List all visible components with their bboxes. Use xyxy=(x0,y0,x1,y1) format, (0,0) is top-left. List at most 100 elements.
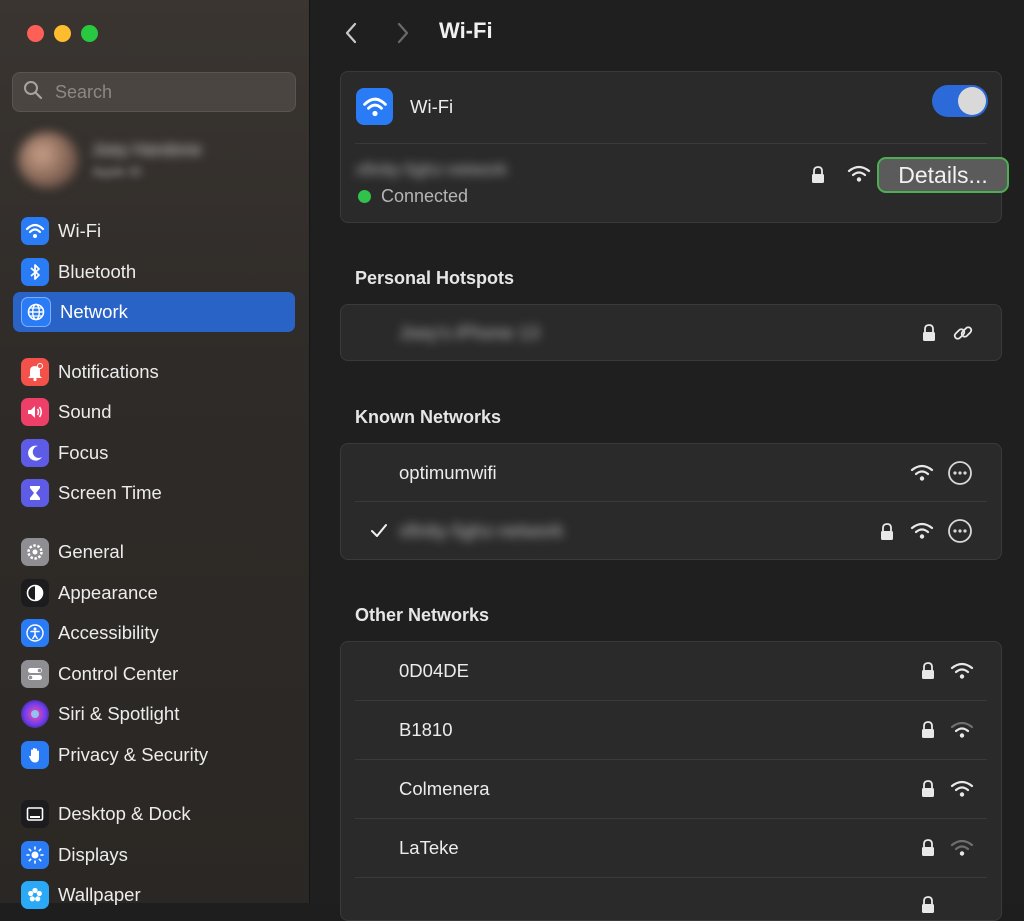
sidebar-item-siri-spotlight[interactable]: Siri & Spotlight xyxy=(13,694,295,734)
sidebar-item-label: Screen Time xyxy=(58,482,162,503)
sidebar-item-bluetooth[interactable]: Bluetooth xyxy=(13,252,295,292)
search-field[interactable] xyxy=(12,72,296,112)
search-input[interactable] xyxy=(53,80,277,104)
toggle-knob xyxy=(958,87,986,115)
list-item[interactable]: xfinity-5ghz-network xyxy=(341,502,1001,560)
main-pane: Wi-Fi Wi-Fi xfinity-5ghz-network Connect… xyxy=(311,0,1024,921)
sidebar-item-label: Displays xyxy=(58,844,128,865)
sidebar-item-wifi[interactable]: Wi-Fi xyxy=(13,211,295,251)
list-item[interactable]: B1810 xyxy=(341,701,1001,760)
lock-icon xyxy=(881,523,893,540)
switches-icon xyxy=(21,660,49,688)
lock-icon xyxy=(922,896,934,913)
speaker-icon xyxy=(21,398,49,426)
connection-status: Connected xyxy=(381,186,469,206)
zoom-window-button[interactable] xyxy=(81,25,98,42)
accessibility-icon xyxy=(21,619,49,647)
sidebar-item-network[interactable]: Network xyxy=(13,292,295,332)
globe-icon xyxy=(21,297,51,327)
sidebar-item-privacy-security[interactable]: Privacy & Security xyxy=(13,735,295,775)
sidebar-item-label: Bluetooth xyxy=(58,261,137,282)
apple-id-profile[interactable]: Joey Handone Apple ID xyxy=(18,130,288,190)
sidebar-item-appearance[interactable]: Appearance xyxy=(13,573,295,613)
sidebar-item-label: Focus xyxy=(58,442,109,463)
sidebar-item-control-center[interactable]: Control Center xyxy=(13,654,295,694)
wifi-signal-icon xyxy=(950,721,974,738)
network-name: xfinity-5ghz-network xyxy=(399,520,564,541)
section-title-personal-hotspots: Personal Hotspots xyxy=(355,268,515,288)
flower-icon xyxy=(21,881,49,909)
sidebar-item-sound[interactable]: Sound xyxy=(13,392,295,432)
network-name: B1810 xyxy=(399,719,453,740)
close-window-button[interactable] xyxy=(27,25,44,42)
other-networks-card: 0D04DE B1810 Colmenera LaTeke xyxy=(340,641,1002,921)
profile-name: Joey Handone xyxy=(92,140,202,159)
search-icon xyxy=(23,80,43,105)
lock-icon xyxy=(812,166,824,183)
lock-icon xyxy=(922,839,934,856)
page-title: Wi-Fi xyxy=(439,18,493,43)
lock-icon xyxy=(922,721,934,738)
wifi-signal-icon xyxy=(950,662,974,679)
list-item[interactable]: optimumwifi xyxy=(341,444,1001,502)
dock-icon xyxy=(21,800,49,828)
sidebar-item-label: Network xyxy=(60,301,128,322)
toolbar: Wi-Fi xyxy=(311,0,1024,66)
sidebar-item-label: Control Center xyxy=(58,663,179,684)
link-icon xyxy=(953,326,973,340)
network-name: optimumwifi xyxy=(399,462,497,483)
forward-button[interactable] xyxy=(391,20,415,46)
gear-icon xyxy=(21,538,49,566)
checkmark-icon xyxy=(371,524,387,537)
siri-icon xyxy=(21,700,49,728)
more-options-icon[interactable] xyxy=(947,460,973,486)
minimize-window-button[interactable] xyxy=(54,25,71,42)
sidebar-item-label: Privacy & Security xyxy=(58,744,209,765)
list-item[interactable]: Colmenera xyxy=(341,760,1001,819)
sidebar-item-focus[interactable]: Focus xyxy=(13,433,295,473)
more-options-icon[interactable] xyxy=(947,518,973,544)
sidebar-item-displays[interactable]: Displays xyxy=(13,835,295,875)
network-name: Colmenera xyxy=(399,778,490,799)
chevron-right-icon xyxy=(397,22,409,44)
avatar xyxy=(18,132,78,188)
sidebar-item-label: Appearance xyxy=(58,582,158,603)
sidebar-item-wallpaper[interactable]: Wallpaper xyxy=(13,875,295,915)
wifi-label: Wi-Fi xyxy=(410,96,454,117)
sidebar-item-general[interactable]: General xyxy=(13,532,295,572)
window-controls xyxy=(27,25,98,42)
wifi-signal-icon xyxy=(950,780,974,797)
network-name: 0D04DE xyxy=(399,660,469,681)
known-networks-card: optimumwifi xfinity-5ghz-network xyxy=(340,443,1002,560)
sidebar-item-screen-time[interactable]: Screen Time xyxy=(13,473,295,513)
section-title-known-networks: Known Networks xyxy=(355,407,502,427)
hourglass-icon xyxy=(21,479,49,507)
sidebar-item-label: Siri & Spotlight xyxy=(58,703,180,724)
sidebar-item-accessibility[interactable]: Accessibility xyxy=(13,613,295,653)
sidebar-item-desktop-dock[interactable]: Desktop & Dock xyxy=(13,794,295,834)
wifi-signal-icon xyxy=(847,165,871,182)
sun-icon xyxy=(21,841,49,869)
network-name: LaTeke xyxy=(399,837,459,858)
list-item[interactable]: 0D04DE xyxy=(341,642,1001,701)
wifi-signal-icon xyxy=(950,839,974,856)
back-button[interactable] xyxy=(339,20,363,46)
sidebar-item-label: General xyxy=(58,541,124,562)
sidebar-item-label: Accessibility xyxy=(58,622,159,643)
bell-icon xyxy=(21,358,49,386)
list-item[interactable]: LaTeke xyxy=(341,819,1001,878)
divider xyxy=(355,877,987,878)
list-item[interactable]: Joey's iPhone 13 xyxy=(341,305,1001,362)
sidebar-item-notifications[interactable]: Notifications xyxy=(13,352,295,392)
lock-icon xyxy=(922,662,934,679)
wifi-toggle[interactable] xyxy=(932,85,988,117)
section-title-other-networks: Other Networks xyxy=(355,605,490,625)
wifi-icon xyxy=(356,88,393,125)
details-button[interactable]: Details... xyxy=(877,157,1009,193)
sidebar: Joey Handone Apple ID Wi-Fi Bluetooth Ne… xyxy=(0,0,310,909)
wifi-signal-icon xyxy=(910,522,934,539)
chevron-left-icon xyxy=(345,22,357,44)
hand-icon xyxy=(21,741,49,769)
hotspot-name: Joey's iPhone 13 xyxy=(399,322,540,343)
divider xyxy=(355,143,987,144)
